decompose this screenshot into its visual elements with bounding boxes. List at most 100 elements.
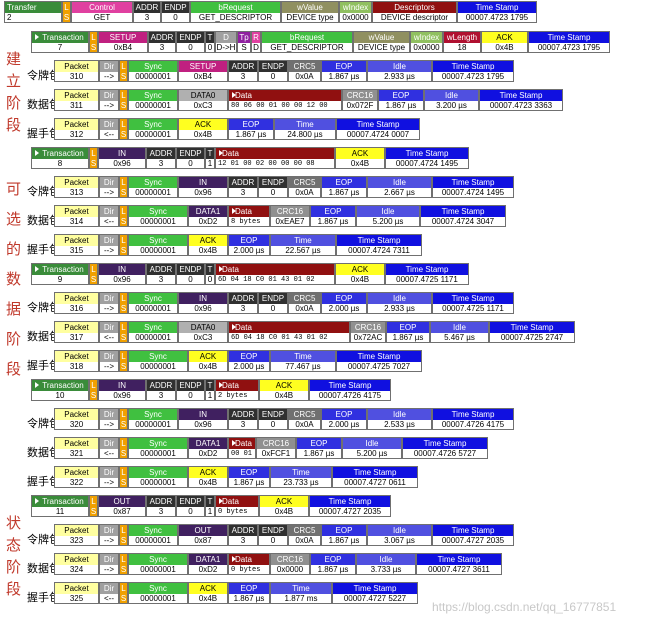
field-header-text: Data: [222, 265, 239, 274]
field-header-text: Sync: [144, 526, 162, 535]
expand-arrow-icon[interactable]: [232, 92, 236, 98]
field-transaction[interactable]: Transaction 9: [31, 263, 89, 285]
field-l: LS: [119, 205, 128, 227]
field-header-text: Dir: [103, 207, 115, 216]
field-dir: Dir <--: [99, 205, 119, 227]
field-header-text: Data: [235, 555, 252, 564]
field-header-text: CRC16: [346, 91, 374, 100]
field-l: LS: [119, 176, 128, 198]
field-value: -->: [100, 101, 118, 110]
field-header-text: Time Stamp: [357, 236, 401, 245]
field-header-text: Dir: [103, 410, 115, 419]
field-header-text: Idle: [393, 294, 406, 303]
expand-arrow-icon[interactable]: [232, 556, 236, 562]
field-addr: ADDR 3: [228, 408, 258, 430]
field-transaction[interactable]: Transaction 7: [31, 31, 89, 53]
field-header-text: EOP: [324, 207, 342, 216]
field-data[interactable]: Data 8 bytes: [228, 205, 270, 227]
field-time: Time 23.733 µs: [270, 466, 332, 488]
expand-arrow-icon[interactable]: [219, 382, 223, 388]
field-header-text: Sync: [144, 120, 162, 129]
field-header-text: Time: [294, 352, 312, 361]
field-value: 0x4B: [336, 159, 384, 168]
field-value: 0: [177, 43, 204, 52]
field-addr: ADDR 3: [146, 495, 176, 517]
field-value: 00000001: [129, 449, 187, 458]
field-value: 00007.4723 1795: [529, 43, 609, 52]
field-header-text: CRC16: [262, 439, 290, 448]
field-header-text: Time Stamp: [451, 294, 495, 303]
expand-arrow-icon[interactable]: [35, 498, 39, 504]
field-transaction[interactable]: Transaction 11: [31, 495, 89, 517]
field-data[interactable]: Data 00 01: [228, 437, 256, 459]
field-data[interactable]: Data 0 bytes: [228, 553, 270, 575]
expand-arrow-icon[interactable]: [219, 266, 223, 272]
field-header-text: Time Stamp: [499, 91, 543, 100]
field-header-text: L: [121, 294, 126, 303]
field-value: 1.877 ms: [271, 594, 331, 603]
field-data[interactable]: Data 80 06 00 01 00 00 12 00: [228, 89, 342, 111]
expand-arrow-icon[interactable]: [35, 34, 39, 40]
field-ack: ACK 0x4B: [178, 118, 228, 140]
field-header-text: Dir: [103, 62, 115, 71]
field-header-text: Time Stamp: [356, 120, 400, 129]
field-header-text: Packet: [64, 294, 89, 303]
field-dir: Dir -->: [99, 466, 119, 488]
expand-arrow-icon[interactable]: [232, 440, 236, 446]
field-eop: EOP 1.867 µs: [228, 118, 274, 140]
field-header-text: Dir: [103, 236, 115, 245]
field-packet: Packet 322: [54, 466, 99, 488]
expand-arrow-icon[interactable]: [219, 150, 223, 156]
field-value: 0x96: [179, 420, 227, 429]
field-dir: Dir <--: [99, 321, 119, 343]
field-value: 11: [32, 507, 88, 516]
field-eop: EOP 1.867 µs: [321, 176, 367, 198]
field-l: LS: [119, 437, 128, 459]
field-transfer[interactable]: Transfer 2: [4, 1, 62, 23]
expand-arrow-icon[interactable]: [35, 266, 39, 272]
field-data0: DATA0 0xC3: [178, 89, 228, 111]
field-header-text: Dir: [103, 120, 115, 129]
field-value: 24.800 µs: [275, 130, 335, 139]
usb-protocol-trace-view: Transfer 2 L S Control GET ADDR 3 ENDP 0 bRequest G…: [0, 0, 653, 626]
field-header-text: T: [207, 381, 213, 390]
field-transaction[interactable]: Transaction 10: [31, 379, 89, 401]
field-value: DEVICE descriptor: [373, 13, 456, 22]
field-header-text: Idle: [393, 526, 406, 535]
field-r: RD: [251, 31, 261, 53]
field-dir: Dir -->: [99, 234, 119, 256]
field-time-stamp: Time Stamp 00007.4723 1795: [457, 1, 537, 23]
field-idle: Idle 2.533 µs: [367, 408, 432, 430]
field-value: 0: [177, 507, 204, 516]
field-value: 00007.4725 1171: [386, 275, 468, 284]
expand-arrow-icon[interactable]: [35, 150, 39, 156]
field-eop: EOP 1.867 µs: [378, 89, 424, 111]
expand-arrow-icon[interactable]: [232, 208, 236, 214]
field-value: DEVICE type: [282, 13, 338, 22]
expand-arrow-icon[interactable]: [35, 382, 39, 388]
field-dir: Dir -->: [99, 350, 119, 372]
field-time-stamp: Time Stamp 00007.4726 5727: [402, 437, 488, 459]
expand-arrow-icon[interactable]: [219, 498, 223, 504]
field-header-text: L: [91, 497, 96, 506]
field-brequest: bRequest GET_DESCRIPTOR: [190, 1, 281, 23]
field-sync: Sync 00000001: [128, 205, 188, 227]
field-value: <--: [100, 594, 118, 603]
field-crc5: CRC5 0x0A: [288, 60, 321, 82]
field-value: 3: [147, 391, 175, 400]
field-data[interactable]: Data 0 bytes: [215, 495, 259, 517]
field-header-text: CRC5: [293, 62, 316, 71]
field-header-text: Sync: [149, 236, 167, 245]
field-value: 1.867 µs: [311, 217, 355, 226]
field-value: S: [120, 536, 127, 545]
field-eop: EOP 1.867 µs: [321, 60, 367, 82]
field-header-text: Data: [222, 149, 239, 158]
field-transaction[interactable]: Transaction 8: [31, 147, 89, 169]
expand-arrow-icon[interactable]: [232, 324, 236, 330]
field-header-text: Idle: [365, 439, 379, 448]
field-data[interactable]: Data 2 bytes: [215, 379, 259, 401]
field-header-text: L: [121, 91, 126, 100]
field-data[interactable]: Data 12 01 00 02 00 00 00 08: [215, 147, 335, 169]
field-data[interactable]: Data 6D 04 18 C0 01 43 01 02: [228, 321, 350, 343]
field-data[interactable]: Data 6D 04 18 C0 01 43 01 02: [215, 263, 335, 285]
